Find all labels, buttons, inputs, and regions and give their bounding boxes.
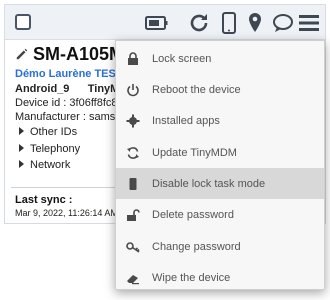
menu-item-disable-lock-task[interactable]: Disable lock task mode: [116, 168, 324, 199]
phone-icon: [126, 177, 140, 191]
menu-item-lock-screen[interactable]: Lock screen: [116, 43, 324, 74]
menu-item-change-password[interactable]: Change password: [116, 231, 324, 262]
hamburger-menu-icon[interactable]: [297, 11, 321, 35]
tree-network[interactable]: Network: [19, 159, 70, 171]
key-icon: [126, 240, 140, 254]
device-title: SM-A105M: [15, 44, 124, 65]
unlock-icon: [126, 208, 140, 222]
expand-icon: [19, 144, 24, 152]
tree-other-ids[interactable]: Other IDs: [19, 126, 77, 138]
pencil-icon[interactable]: [15, 45, 29, 60]
expand-icon: [19, 127, 24, 135]
menu-item-installed-apps[interactable]: Installed apps: [116, 105, 324, 136]
actions-menu: Lock screen Reboot the device Installed …: [115, 40, 325, 290]
location-pin-icon[interactable]: [243, 11, 267, 35]
eraser-icon: [126, 271, 140, 285]
menu-item-reboot[interactable]: Reboot the device: [116, 74, 324, 105]
menu-item-update-tinymdm[interactable]: Update TinyMDM: [116, 137, 324, 168]
last-sync-value: Mar 9, 2022, 11:26:14 AM: [15, 208, 118, 218]
tree-telephony[interactable]: Telephony: [19, 143, 80, 155]
lock-icon: [126, 51, 140, 66]
device-name: SM-A105M: [33, 44, 125, 64]
gear-icon: [126, 114, 140, 128]
manufacturer: Manufacturer : samsu: [15, 111, 122, 123]
menu-item-wipe-device[interactable]: Wipe the device: [116, 262, 324, 293]
battery-icon: [145, 11, 169, 35]
refresh-icon[interactable]: [187, 11, 211, 35]
chat-icon[interactable]: [271, 11, 295, 35]
last-sync-label: Last sync :: [15, 194, 73, 206]
os-version: Android_9: [15, 83, 70, 95]
power-icon: [126, 83, 140, 97]
sync-icon: [126, 146, 140, 160]
expand-icon: [19, 160, 24, 168]
device-toolbar: [4, 4, 326, 40]
phone-icon[interactable]: [217, 11, 241, 35]
menu-item-delete-password[interactable]: Delete password: [116, 199, 324, 230]
select-device-checkbox[interactable]: [15, 14, 31, 30]
tenant-link[interactable]: Démo Laurène TEST: [15, 68, 123, 80]
